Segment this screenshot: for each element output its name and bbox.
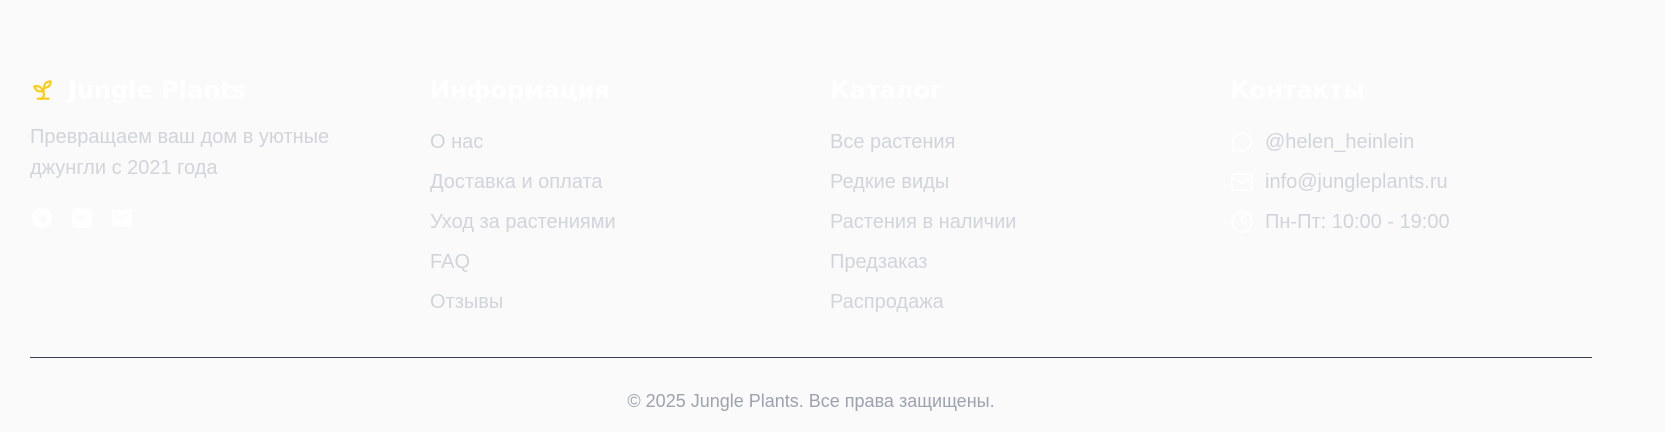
brand-logo[interactable]: Jungle Plants — [30, 72, 370, 108]
footer-divider — [30, 357, 1592, 358]
contact-hours-text: Пн-Пт: 10:00 - 19:00 — [1265, 210, 1450, 233]
brand-tagline: Превращаем ваш дом в уютные джунгли с 20… — [30, 126, 330, 179]
info-column: Информация О нас Доставка и оплата Уход … — [430, 72, 770, 322]
info-links: О нас Доставка и оплата Уход за растения… — [430, 122, 770, 322]
mail-icon[interactable] — [110, 206, 134, 230]
sprout-icon — [30, 77, 56, 103]
list-item: Растения в наличии — [830, 202, 1170, 242]
link-plant-care[interactable]: Уход за растениями — [430, 211, 616, 233]
list-item: FAQ — [430, 242, 770, 282]
contacts-title: Контакты — [1230, 76, 1365, 104]
list-item: Доставка и оплата — [430, 162, 770, 202]
link-sale[interactable]: Распродажа — [830, 291, 944, 313]
link-in-stock[interactable]: Растения в наличии — [830, 211, 1016, 233]
contact-email-text: info@jungleplants.ru — [1265, 170, 1448, 193]
link-all-plants[interactable]: Все растения — [830, 131, 955, 153]
list-item: О нас — [430, 122, 770, 162]
catalog-links: Все растения Редкие виды Растения в нали… — [830, 122, 1170, 322]
brand-column: Jungle Plants Превращаем ваш дом в уютны… — [30, 72, 370, 230]
telegram-icon[interactable] — [30, 206, 54, 230]
clock-icon — [1230, 210, 1254, 234]
link-delivery[interactable]: Доставка и оплата — [430, 171, 603, 193]
contact-telegram-text: @helen_heinlein — [1265, 130, 1415, 153]
copyright-text: © 2025 Jungle Plants. Все права защищены… — [627, 391, 995, 411]
brand-name: Jungle Plants — [68, 76, 246, 104]
list-item: Уход за растениями — [430, 202, 770, 242]
list-item: Распродажа — [830, 282, 1170, 322]
vk-icon[interactable] — [70, 206, 94, 230]
list-item: Все растения — [830, 122, 1170, 162]
contact-email[interactable]: info@jungleplants.ru — [1230, 162, 1570, 202]
list-item: Редкие виды — [830, 162, 1170, 202]
contacts-column: Контакты @helen_heinlein info@jungleplan… — [1230, 72, 1570, 242]
site-footer: Jungle Plants Превращаем ваш дом в уютны… — [0, 0, 1665, 432]
link-reviews[interactable]: Отзывы — [430, 291, 503, 313]
mail-icon — [1230, 170, 1254, 194]
link-faq[interactable]: FAQ — [430, 251, 470, 273]
catalog-title: Каталог — [830, 76, 943, 104]
link-about[interactable]: О нас — [430, 131, 483, 153]
list-item: Отзывы — [430, 282, 770, 322]
catalog-column: Каталог Все растения Редкие виды Растени… — [830, 72, 1170, 322]
info-title: Информация — [430, 76, 610, 104]
link-preorder[interactable]: Предзаказ — [830, 251, 927, 273]
social-links — [30, 206, 370, 230]
link-rare-species[interactable]: Редкие виды — [830, 171, 949, 193]
contact-telegram[interactable]: @helen_heinlein — [1230, 122, 1570, 162]
contact-hours: Пн-Пт: 10:00 - 19:00 — [1230, 202, 1570, 242]
contacts-list: @helen_heinlein info@jungleplants.ru Пн-… — [1230, 122, 1570, 242]
chat-bubble-icon — [1230, 130, 1254, 154]
list-item: Предзаказ — [830, 242, 1170, 282]
